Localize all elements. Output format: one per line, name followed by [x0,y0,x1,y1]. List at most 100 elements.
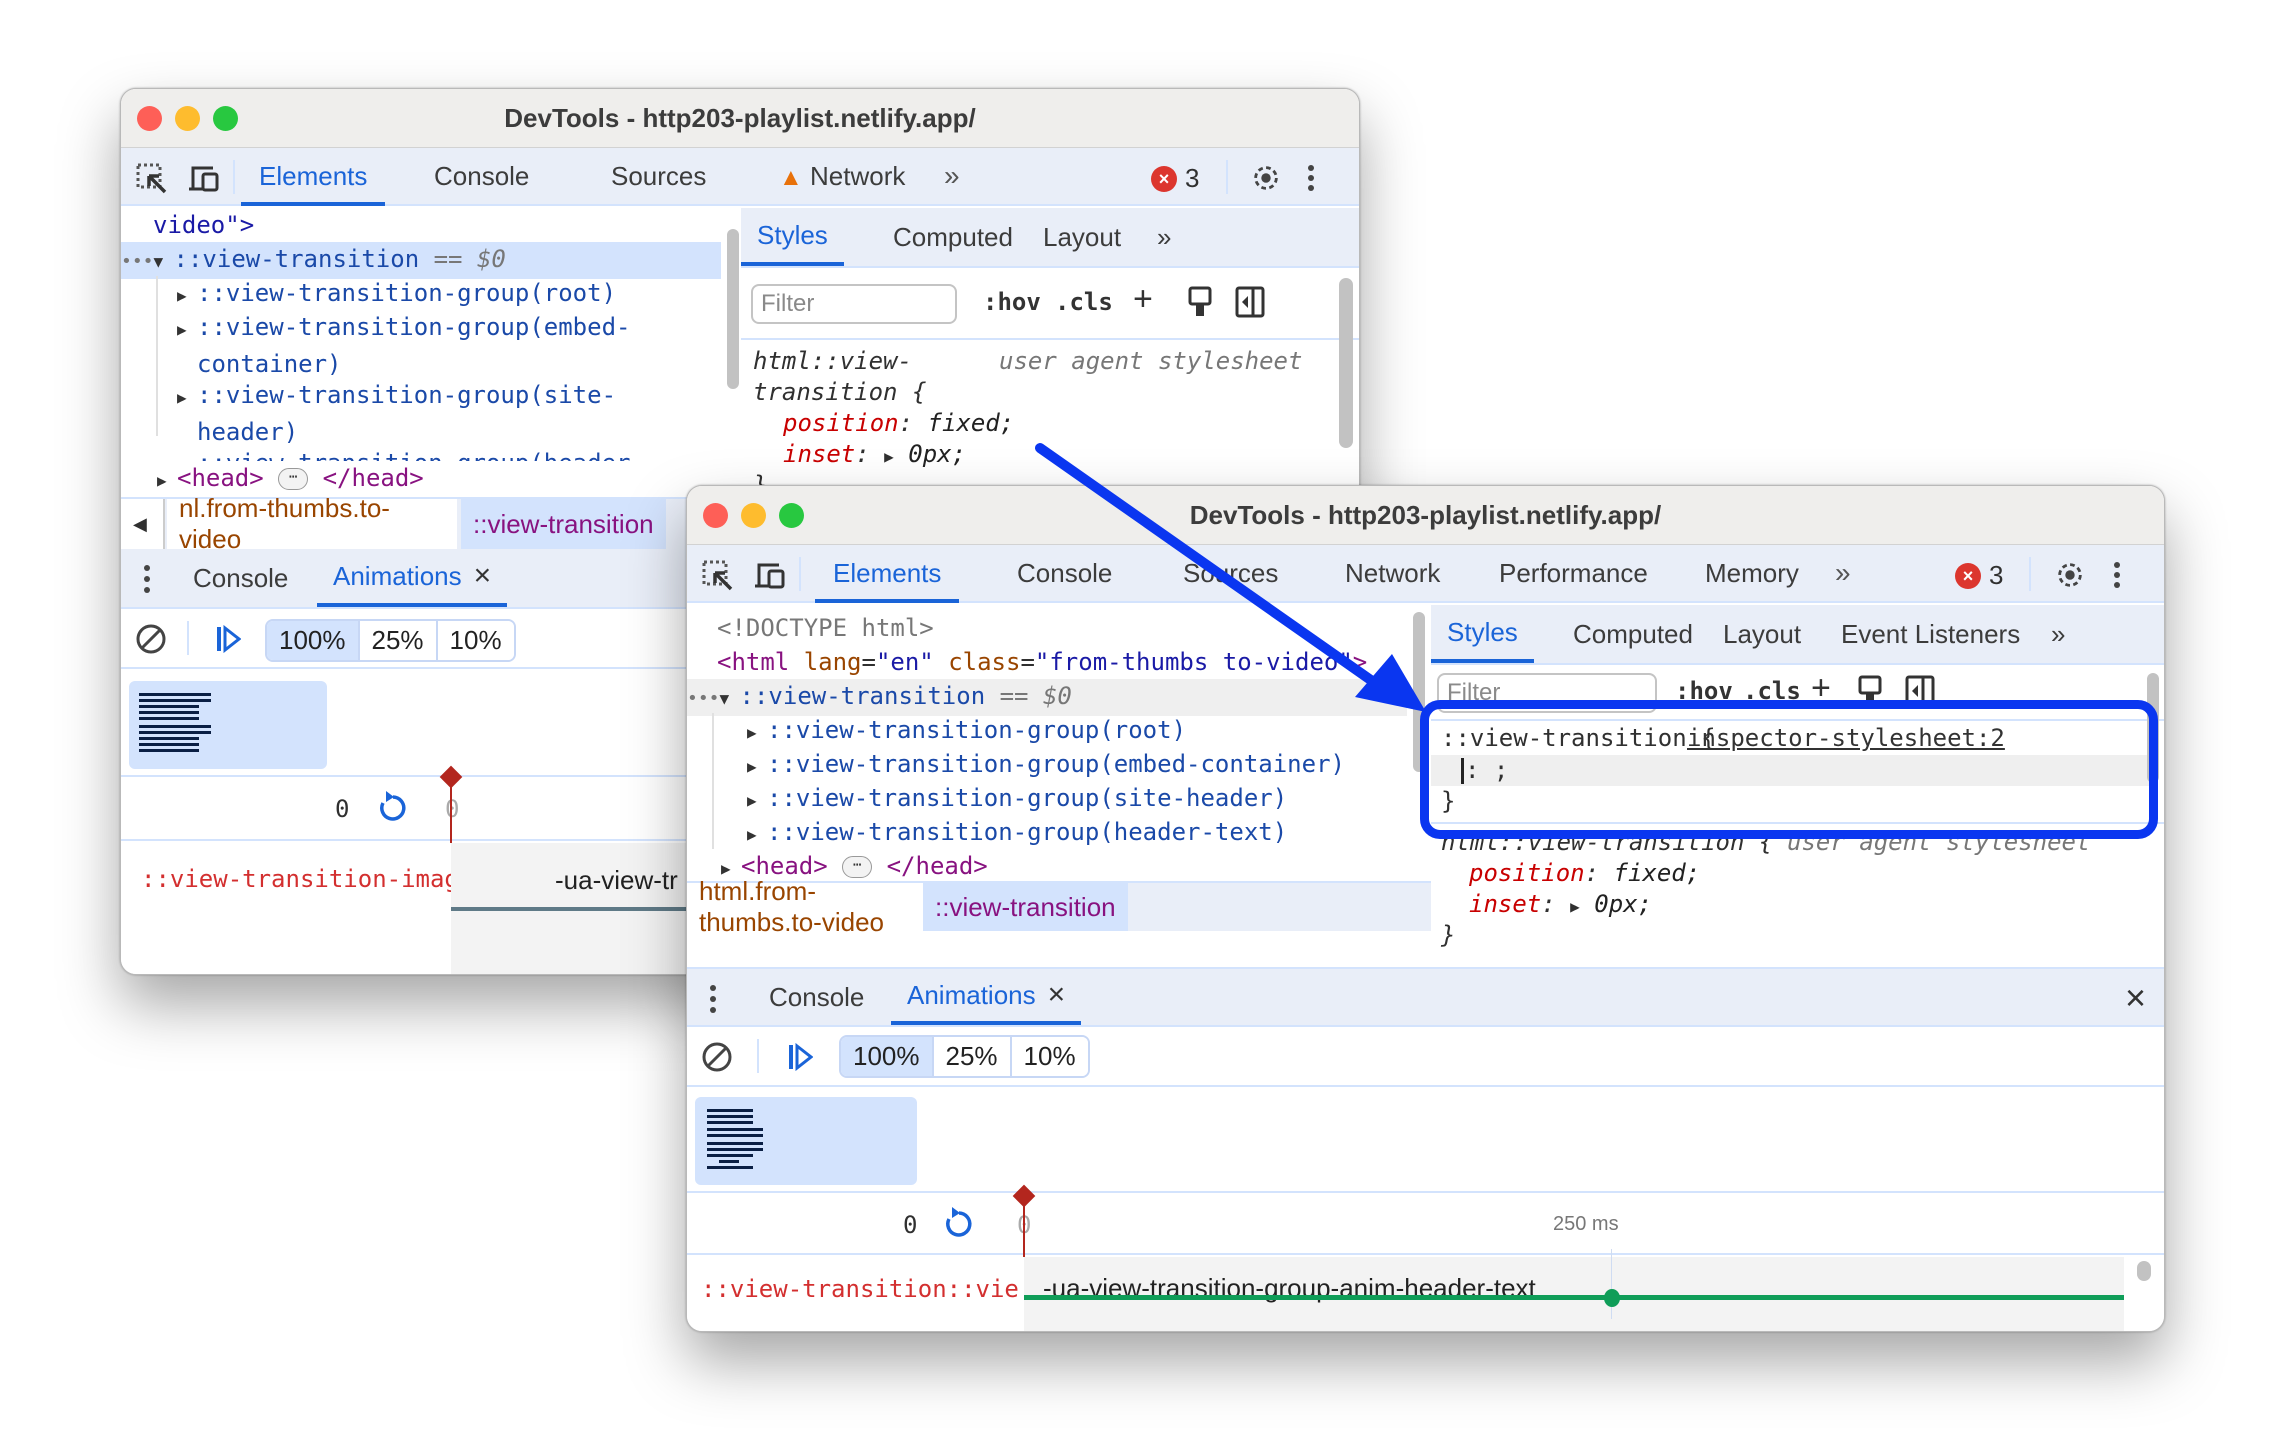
tab-console[interactable]: Console [416,148,547,206]
ellipsis-button[interactable]: ⋯ [842,856,873,878]
rate-25[interactable]: 25% [933,1037,1012,1076]
drawer-tab-animations[interactable]: Animations × [891,969,1082,1025]
css-declaration-position[interactable]: position: fixed; [1469,858,1700,889]
rate-100[interactable]: 100% [841,1037,934,1076]
clear-all-icon[interactable] [701,1041,733,1073]
tab-memory[interactable]: Memory [1687,545,1817,603]
breadcrumb-html[interactable]: html.from-thumbs.to-video [687,876,923,937]
tab-performance[interactable]: Performance [1481,545,1666,603]
styles-scrollbar[interactable] [2147,673,2159,783]
tree-node-html[interactable]: <html lang="en" class="from-thumbs to-vi… [717,645,1367,679]
tab-styles[interactable]: Styles [1431,605,1534,663]
tab-layout[interactable]: Layout [1707,605,1817,663]
more-subtabs-button[interactable]: » [1141,208,1181,266]
tab-layout[interactable]: Layout [1027,208,1137,266]
drawer-tab-console[interactable]: Console [753,969,880,1025]
tree-node-group-header-text[interactable]: ▶::view-transition-group(header- text) [177,446,645,461]
css-declaration-position[interactable]: position: fixed; [783,408,1014,439]
animation-node-label[interactable]: ::view-transition::vie [701,1275,1023,1303]
more-tabs-button[interactable]: » [926,148,972,206]
tree-node-view-transition-selected[interactable]: •••▼::view-transition == $0 [687,679,1407,716]
error-counter[interactable]: × 3 [1955,560,2003,591]
tab-elements[interactable]: Elements [241,148,386,206]
toggle-sidebar-icon[interactable] [1905,675,1935,707]
rate-10[interactable]: 10% [437,621,514,660]
rate-100[interactable]: 100% [267,621,360,660]
close-drawer-icon[interactable]: × [2125,977,2146,1019]
tree-node-group-root[interactable]: ▶::view-transition-group(root) [177,276,616,313]
tab-computed[interactable]: Computed [1557,605,1709,663]
breadcrumb-html[interactable]: nl.from-thumbs.to-video [167,493,457,554]
tree-node-group-site-header[interactable]: ▶::view-transition-group(site-header) [747,781,1287,818]
drawer-menu-icon[interactable] [707,983,719,1015]
inspector-rule-selector[interactable]: ::view-transition { [1441,723,1716,754]
rate-25[interactable]: 25% [359,621,438,660]
clear-all-icon[interactable] [135,623,167,655]
tree-node-view-transition-selected[interactable]: •••▼::view-transition == $0 [121,242,721,279]
new-style-rule-icon[interactable]: + [1811,669,1831,708]
tree-node-group-header-text[interactable]: ▶::view-transition-group(header-text) [747,815,1287,852]
tree-node-group-embed-container[interactable]: ▶::view-transition-group(embed-container… [747,747,1345,784]
tab-network[interactable]: ▲ Network [761,148,923,206]
paint-brush-icon[interactable] [1857,675,1883,707]
animation-group-preview[interactable] [695,1097,917,1185]
tab-elements[interactable]: Elements [815,545,960,603]
css-property-editor[interactable]: : ; [1431,755,2151,786]
ellipsis-button[interactable]: ⋯ [278,468,309,490]
elements-scrollbar[interactable] [727,229,739,389]
device-toolbar-icon[interactable] [753,559,787,591]
more-options-icon[interactable] [2107,559,2127,591]
paint-brush-icon[interactable] [1187,286,1213,318]
more-subtabs-button[interactable]: » [2035,605,2075,663]
resume-play-icon[interactable] [787,1043,813,1071]
animation-node-label[interactable]: ::view-transition-imag [141,865,451,893]
replay-icon[interactable] [943,1205,975,1241]
tab-console[interactable]: Console [999,545,1130,603]
hov-toggle[interactable]: :hov [1675,677,1733,705]
tab-styles[interactable]: Styles [741,208,844,266]
replay-icon[interactable] [377,789,409,825]
close-tab-icon[interactable]: × [1048,978,1066,1012]
tab-sources[interactable]: Sources [593,148,724,206]
animation-group-preview[interactable] [129,681,327,769]
tree-node-group-root[interactable]: ▶::view-transition-group(root) [747,713,1186,750]
elements-scrollbar[interactable] [1413,612,1425,772]
breadcrumb-view-transition[interactable]: ::view-transition [923,883,1128,931]
tree-node-head[interactable]: ▶ <head> ⋯ </head> [121,461,721,497]
breadcrumb-view-transition[interactable]: ::view-transition [461,499,666,549]
device-toolbar-icon[interactable] [187,162,221,194]
inspector-stylesheet-link[interactable]: inspector-stylesheet:2 [1687,723,2005,754]
tab-event-listeners[interactable]: Event Listeners [1825,605,2036,663]
css-declaration-inset[interactable]: inset: ▶ 0px; [1469,889,1652,922]
animation-row[interactable]: ::view-transition::vie -ua-view-transiti… [687,1249,2164,1331]
hov-toggle[interactable]: :hov [983,288,1041,316]
settings-gear-icon[interactable] [1249,162,1283,194]
styles-filter-input[interactable]: Filter [751,284,957,324]
rate-10[interactable]: 10% [1011,1037,1088,1076]
keyframe-marker[interactable] [1604,1289,1620,1307]
new-style-rule-icon[interactable]: + [1133,280,1153,319]
inspect-element-icon[interactable] [135,162,169,194]
more-options-icon[interactable] [1301,162,1321,194]
resume-play-icon[interactable] [215,625,241,653]
more-tabs-button[interactable]: » [1817,545,1863,603]
cls-toggle[interactable]: .cls [1743,677,1801,705]
cls-toggle[interactable]: .cls [1055,288,1113,316]
drawer-tab-animations[interactable]: Animations × [317,549,508,607]
timeline-scrollbar[interactable] [2137,1261,2151,1281]
tab-computed[interactable]: Computed [877,208,1029,266]
drawer-tab-console[interactable]: Console [177,549,304,607]
styles-filter-input[interactable]: Filter [1437,673,1657,713]
breadcrumb-scroll-left-icon[interactable]: ◀ [121,499,165,549]
animation-bar[interactable] [1024,1295,2124,1300]
toggle-sidebar-icon[interactable] [1235,286,1265,318]
tree-node-group-site-header[interactable]: ▶::view-transition-group(site- header) [177,378,616,449]
close-tab-icon[interactable]: × [474,559,492,593]
inspect-element-icon[interactable] [701,559,735,591]
error-counter[interactable]: × 3 [1151,163,1199,194]
tree-node-doctype[interactable]: <!DOCTYPE html> [717,611,934,645]
css-declaration-inset[interactable]: inset: ▶ 0px; [783,439,966,472]
drawer-menu-icon[interactable] [141,563,153,595]
styles-scrollbar[interactable] [1339,278,1353,448]
tab-network[interactable]: Network [1327,545,1458,603]
